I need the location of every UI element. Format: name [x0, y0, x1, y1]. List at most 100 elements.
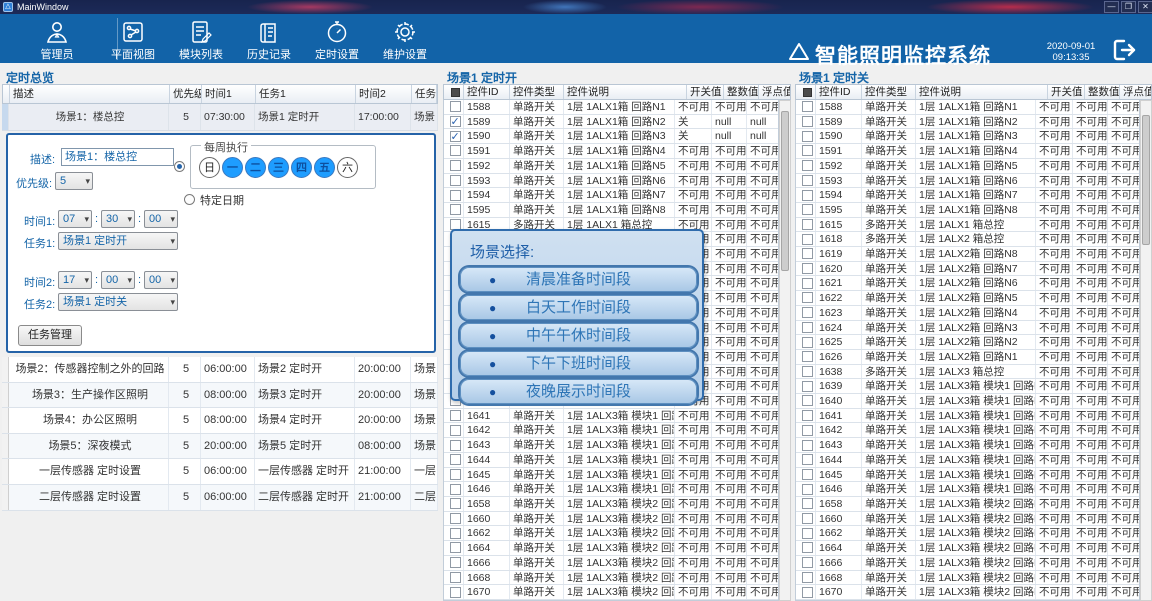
schedule-row[interactable]: 场景2：传感器控制之外的回路 5 06:00:00 场景2 定时开 20:00:… — [2, 357, 438, 383]
row-checkbox[interactable] — [450, 116, 461, 127]
schedule-row[interactable]: 场景4：办公区照明 5 08:00:00 场景4 定时开 20:00:00 场景 — [2, 408, 438, 434]
scene-time-button[interactable]: ● 夜晚展示时间段 — [460, 379, 697, 404]
priority-select[interactable]: 5 — [55, 172, 93, 190]
row-checkbox[interactable] — [450, 175, 461, 186]
row-checkbox[interactable] — [802, 572, 813, 583]
row-checkbox[interactable] — [802, 131, 813, 142]
control-row[interactable]: 1618 多路开关 1层 1ALX2 箱总控 不可用 不可用 不可用 — [796, 232, 1139, 247]
control-row[interactable]: 1660 单路开关 1层 1ALX3箱 模块2 回路N10 不可用 不可用 不可… — [796, 512, 1139, 527]
row-checkbox[interactable] — [450, 160, 461, 171]
toolbar-item-module-list[interactable]: 模块列表 — [168, 18, 234, 60]
weekday-toggle[interactable]: 三 — [268, 157, 289, 178]
row-checkbox[interactable] — [802, 175, 813, 186]
row-checkbox[interactable] — [802, 395, 813, 406]
time1-minute-select[interactable]: 30 — [101, 210, 135, 228]
row-checkbox[interactable] — [802, 528, 813, 539]
control-row[interactable]: 1641 单路开关 1层 1ALX3箱 模块1 回路N6 不可用 不可用 不可用 — [796, 409, 1139, 424]
control-row[interactable]: 1639 单路开关 1层 1ALX3箱 模块1 回路N8 不可用 不可用 不可用 — [796, 379, 1139, 394]
control-row[interactable]: 1644 单路开关 1层 1ALX3箱 模块1 回路N3 不可用 不可用 不可用 — [444, 453, 778, 468]
select-all-checkbox[interactable] — [803, 88, 812, 97]
row-checkbox[interactable] — [802, 116, 813, 127]
row-checkbox[interactable] — [802, 307, 813, 318]
row-checkbox[interactable] — [802, 542, 813, 553]
time2-hour-select[interactable]: 17 — [58, 271, 92, 289]
scene-time-button[interactable]: ● 白天工作时间段 — [460, 295, 697, 320]
desc-input[interactable]: 场景1：楼总控 — [61, 148, 174, 166]
control-row[interactable]: 1658 单路开关 1层 1ALX3箱 模块2 回路N9 不可用 不可用 不可用 — [796, 497, 1139, 512]
minimize-button[interactable]: — — [1104, 1, 1119, 13]
row-checkbox[interactable] — [450, 204, 461, 215]
row-checkbox[interactable] — [450, 410, 461, 421]
close-button[interactable]: ✕ — [1138, 1, 1152, 13]
row-checkbox[interactable] — [450, 513, 461, 524]
weekday-toggle[interactable]: 五 — [314, 157, 335, 178]
row-checkbox[interactable] — [802, 351, 813, 362]
row-checkbox[interactable] — [450, 101, 461, 112]
control-row[interactable]: 1660 单路开关 1层 1ALX3箱 模块2 回路N10 不可用 不可用 不可… — [444, 512, 778, 527]
control-row[interactable]: 1593 单路开关 1层 1ALX1箱 回路N6 不可用 不可用 不可用 — [444, 174, 778, 189]
control-row[interactable]: 1658 单路开关 1层 1ALX3箱 模块2 回路N9 不可用 不可用 不可用 — [444, 497, 778, 512]
row-checkbox[interactable] — [802, 248, 813, 259]
control-row[interactable]: 1590 单路开关 1层 1ALX1箱 回路N3 不可用 不可用 不可用 — [796, 129, 1139, 144]
row-checkbox[interactable] — [450, 440, 461, 451]
toolbar-item-history[interactable]: 历史记录 — [236, 18, 302, 60]
schedule-row[interactable]: 场景3：生产操作区照明 5 08:00:00 场景3 定时开 20:00:00 … — [2, 383, 438, 409]
row-checkbox[interactable] — [802, 557, 813, 568]
control-row[interactable]: 1646 单路开关 1层 1ALX3箱 模块1 回路N1 不可用 不可用 不可用 — [444, 482, 778, 497]
maximize-button[interactable]: ❐ — [1121, 1, 1136, 13]
scrollbar-thumb[interactable] — [781, 111, 789, 271]
row-checkbox[interactable] — [450, 469, 461, 480]
control-row[interactable]: 1670 单路开关 1层 1ALX3箱 模块2 回路N15 不可用 不可用 不可… — [796, 585, 1139, 600]
select-all-checkbox[interactable] — [451, 88, 460, 97]
control-row[interactable]: 1589 单路开关 1层 1ALX1箱 回路N2 不可用 不可用 不可用 — [796, 115, 1139, 130]
row-checkbox[interactable] — [802, 292, 813, 303]
control-row[interactable]: 1622 单路开关 1层 1ALX2箱 回路N5 不可用 不可用 不可用 — [796, 291, 1139, 306]
control-row[interactable]: 1662 单路开关 1层 1ALX3箱 模块2 回路N11 不可用 不可用 不可… — [444, 526, 778, 541]
weekday-toggle[interactable]: 四 — [291, 157, 312, 178]
control-row[interactable]: 1625 单路开关 1层 1ALX2箱 回路N2 不可用 不可用 不可用 — [796, 335, 1139, 350]
row-checkbox[interactable] — [802, 322, 813, 333]
timer-off-scrollbar[interactable] — [1140, 100, 1152, 601]
toolbar-item-timer-settings[interactable]: 定时设置 — [304, 18, 370, 60]
logout-button[interactable] — [1112, 38, 1140, 67]
control-row[interactable]: 1664 单路开关 1层 1ALX3箱 模块2 回路N12 不可用 不可用 不可… — [444, 541, 778, 556]
task1-select[interactable]: 场景1 定时开 — [58, 232, 178, 250]
time2-second-select[interactable]: 00 — [144, 271, 178, 289]
control-row[interactable]: 1594 单路开关 1层 1ALX1箱 回路N7 不可用 不可用 不可用 — [444, 188, 778, 203]
weekday-toggle[interactable]: 六 — [337, 157, 358, 178]
time1-second-select[interactable]: 00 — [144, 210, 178, 228]
weekday-toggle[interactable]: 二 — [245, 157, 266, 178]
row-checkbox[interactable] — [802, 410, 813, 421]
timer-on-scrollbar[interactable] — [779, 100, 791, 601]
scene-time-button[interactable]: ● 下午下班时间段 — [460, 351, 697, 376]
control-row[interactable]: 1620 单路开关 1层 1ALX2箱 回路N7 不可用 不可用 不可用 — [796, 262, 1139, 277]
control-row[interactable]: 1666 单路开关 1层 1ALX3箱 模块2 回路N13 不可用 不可用 不可… — [444, 556, 778, 571]
control-row[interactable]: 1670 单路开关 1层 1ALX3箱 模块2 回路N15 不可用 不可用 不可… — [444, 585, 778, 600]
row-checkbox[interactable] — [802, 278, 813, 289]
row-checkbox[interactable] — [802, 204, 813, 215]
row-checkbox[interactable] — [802, 498, 813, 509]
toolbar-item-maintenance-settings[interactable]: 维护设置 — [372, 18, 438, 60]
control-row[interactable]: 1662 单路开关 1层 1ALX3箱 模块2 回路N11 不可用 不可用 不可… — [796, 526, 1139, 541]
control-row[interactable]: 1645 单路开关 1层 1ALX3箱 模块1 回路N2 不可用 不可用 不可用 — [444, 468, 778, 483]
control-row[interactable]: 1621 单路开关 1层 1ALX2箱 回路N6 不可用 不可用 不可用 — [796, 276, 1139, 291]
weekday-toggle[interactable]: 一 — [222, 157, 243, 178]
row-checkbox[interactable] — [802, 219, 813, 230]
row-checkbox[interactable] — [450, 542, 461, 553]
row-checkbox[interactable] — [450, 572, 461, 583]
row-checkbox[interactable] — [450, 557, 461, 568]
control-row[interactable]: 1640 单路开关 1层 1ALX3箱 模块1 回路N7 不可用 不可用 不可用 — [796, 394, 1139, 409]
control-row[interactable]: 1641 单路开关 1层 1ALX3箱 模块1 回路N6 不可用 不可用 不可用 — [444, 409, 778, 424]
row-checkbox[interactable] — [450, 587, 461, 598]
toolbar-item-plan-view[interactable]: 平面视图 — [100, 18, 166, 60]
row-checkbox[interactable] — [802, 145, 813, 156]
row-checkbox[interactable] — [802, 263, 813, 274]
control-row[interactable]: 1615 多路开关 1层 1ALX1 箱总控 不可用 不可用 不可用 — [796, 218, 1139, 233]
control-row[interactable]: 1623 单路开关 1层 1ALX2箱 回路N4 不可用 不可用 不可用 — [796, 306, 1139, 321]
row-checkbox[interactable] — [450, 190, 461, 201]
task-manage-button[interactable]: 任务管理 — [18, 325, 82, 346]
weekday-toggle[interactable]: 日 — [199, 157, 220, 178]
control-row[interactable]: 1592 单路开关 1层 1ALX1箱 回路N5 不可用 不可用 不可用 — [444, 159, 778, 174]
row-checkbox[interactable] — [802, 454, 813, 465]
row-checkbox[interactable] — [802, 160, 813, 171]
